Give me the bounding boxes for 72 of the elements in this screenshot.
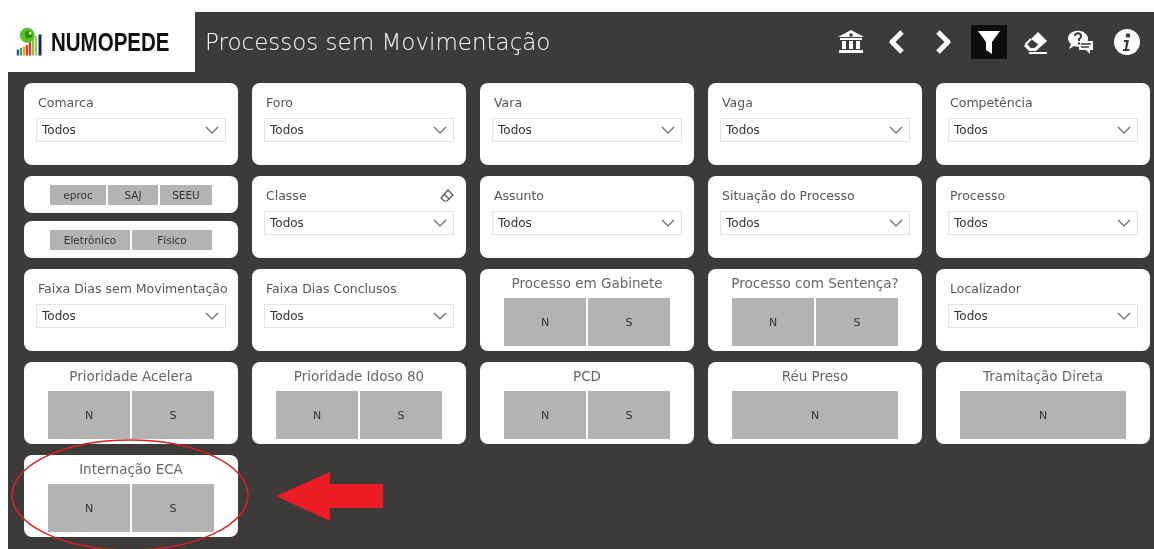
dropdown-field[interactable]: Todos [948, 211, 1138, 235]
slicer-button[interactable]: S [816, 298, 898, 346]
info-icon[interactable] [1113, 28, 1141, 56]
chevron-down-icon [889, 219, 903, 227]
slicer-button[interactable]: eproc [50, 184, 106, 205]
filter-label: Faixa Dias Conclusos [266, 280, 397, 296]
slicer-button[interactable]: N [960, 391, 1126, 439]
filter-label: Localizador [950, 280, 1021, 296]
dropdown-field[interactable]: Todos [36, 304, 226, 328]
chevron-down-icon [889, 126, 903, 134]
page-title: Processos sem Movimentação [205, 29, 551, 55]
slicer-button[interactable]: S [588, 298, 670, 346]
dropdown-field[interactable]: Todos [492, 211, 682, 235]
filter-label: Situação do Processo [722, 187, 855, 203]
chevron-down-icon [433, 312, 447, 320]
filter-title: PCD [573, 368, 601, 384]
filter-label: Assunto [494, 187, 544, 203]
back-icon[interactable] [887, 29, 907, 55]
filter-icon[interactable] [971, 25, 1007, 59]
filter-title: Tramitação Direta [982, 368, 1104, 384]
slicer-button[interactable]: N [276, 391, 358, 439]
filter-title: Internação ECA [79, 461, 183, 477]
filter-label: Vara [494, 94, 523, 110]
chevron-down-icon [1117, 126, 1131, 134]
slicer-button[interactable]: N [48, 391, 130, 439]
slicer-button[interactable]: Eletrônico [50, 229, 130, 250]
chevron-down-icon [661, 126, 675, 134]
dropdown-field[interactable]: Todos [36, 118, 226, 142]
slicer-button[interactable]: N [732, 391, 898, 439]
dropdown-field[interactable]: Todos [948, 304, 1138, 328]
help-chat-icon[interactable] [1066, 29, 1096, 55]
slicer-button[interactable]: N [504, 391, 586, 439]
dropdown-field[interactable]: Todos [492, 118, 682, 142]
filter-title: Réu Preso [781, 368, 849, 384]
filter-title: Processo com Sentença? [731, 275, 899, 291]
bank-icon[interactable] [837, 29, 865, 55]
logo-text: NUMOPEDE [50, 27, 169, 57]
dropdown-field[interactable]: Todos [720, 211, 910, 235]
slicer-button[interactable]: S [588, 391, 670, 439]
dropdown-field[interactable]: Todos [264, 118, 454, 142]
filter-label: Foro [266, 94, 293, 110]
filter-label: Classe [266, 187, 307, 203]
slicer-button[interactable]: N [504, 298, 586, 346]
eraser-icon[interactable] [440, 188, 454, 202]
slicer-button[interactable]: N [48, 484, 130, 532]
dropdown-field[interactable]: Todos [264, 211, 454, 235]
chevron-down-icon [661, 219, 675, 227]
filter-title: Prioridade Acelera [69, 368, 193, 384]
slicer-button[interactable]: S [132, 391, 214, 439]
slicer-button[interactable]: Físico [132, 229, 212, 250]
filter-label: Vaga [722, 94, 753, 110]
slicer-button[interactable]: S [360, 391, 442, 439]
dropdown-field[interactable]: Todos [948, 118, 1138, 142]
slicer-button[interactable]: SEEU [160, 184, 212, 205]
chevron-down-icon [1117, 312, 1131, 320]
dropdown-field[interactable]: Todos [720, 118, 910, 142]
chevron-down-icon [433, 126, 447, 134]
filter-title: Processo em Gabinete [511, 275, 663, 291]
forward-icon[interactable] [933, 29, 953, 55]
chevron-down-icon [205, 126, 219, 134]
filter-label: Faixa Dias sem Movimentação [38, 280, 228, 296]
chevron-down-icon [1117, 219, 1131, 227]
filter-label: Competência [950, 94, 1033, 110]
filter-label: Processo [950, 187, 1006, 203]
slicer-button[interactable]: SAJ [108, 184, 158, 205]
filter-label: Comarca [38, 94, 94, 110]
filter-title: Prioridade Idoso 80 [293, 368, 425, 384]
slicer-button[interactable]: S [132, 484, 214, 532]
dropdown-field[interactable]: Todos [264, 304, 454, 328]
chevron-down-icon [433, 219, 447, 227]
chevron-down-icon [205, 312, 219, 320]
slicer-button[interactable]: N [732, 298, 814, 346]
